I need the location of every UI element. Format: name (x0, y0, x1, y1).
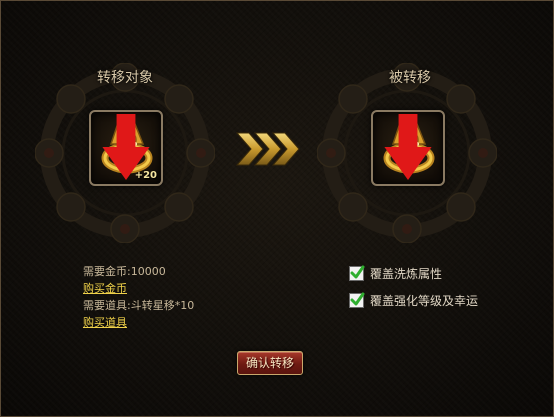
option-overwrite-enhance: 覆盖强化等级及幸运 (349, 292, 478, 309)
cost-info: 需要金币:10000 购买金币 需要道具:斗转星移*10 购买道具 (83, 263, 194, 331)
buy-gold-link[interactable]: 购买金币 (83, 282, 127, 295)
option-overwrite-refine: 覆盖洗炼属性 (349, 265, 442, 282)
required-gold: 需要金币:10000 (83, 265, 166, 278)
source-slot-title: 转移对象 (97, 70, 153, 86)
red-down-arrow-icon (384, 114, 432, 180)
check-icon (350, 292, 365, 306)
target-slot-area (317, 63, 497, 243)
source-item-slot[interactable]: +20 (89, 110, 163, 186)
buy-item-link[interactable]: 购买道具 (83, 316, 127, 329)
target-item-slot[interactable] (371, 110, 445, 186)
overwrite-refine-label: 覆盖洗炼属性 (370, 267, 443, 281)
overwrite-refine-checkbox[interactable] (349, 265, 365, 281)
transfer-panel: +20 转移对象 被转移 需要金币:10000 购买金币 需要道具:斗转星移*1… (0, 0, 554, 417)
overwrite-enhance-checkbox[interactable] (349, 292, 365, 308)
source-slot-area: +20 (35, 63, 215, 243)
check-icon (350, 265, 365, 279)
enhance-level-badge: +20 (134, 170, 157, 181)
confirm-transfer-button[interactable]: 确认转移 (237, 351, 303, 375)
triple-chevron-right-icon (235, 132, 300, 166)
target-slot-title: 被转移 (389, 70, 431, 86)
overwrite-enhance-label: 覆盖强化等级及幸运 (370, 294, 479, 308)
required-item: 需要道具:斗转星移*10 (83, 299, 195, 312)
